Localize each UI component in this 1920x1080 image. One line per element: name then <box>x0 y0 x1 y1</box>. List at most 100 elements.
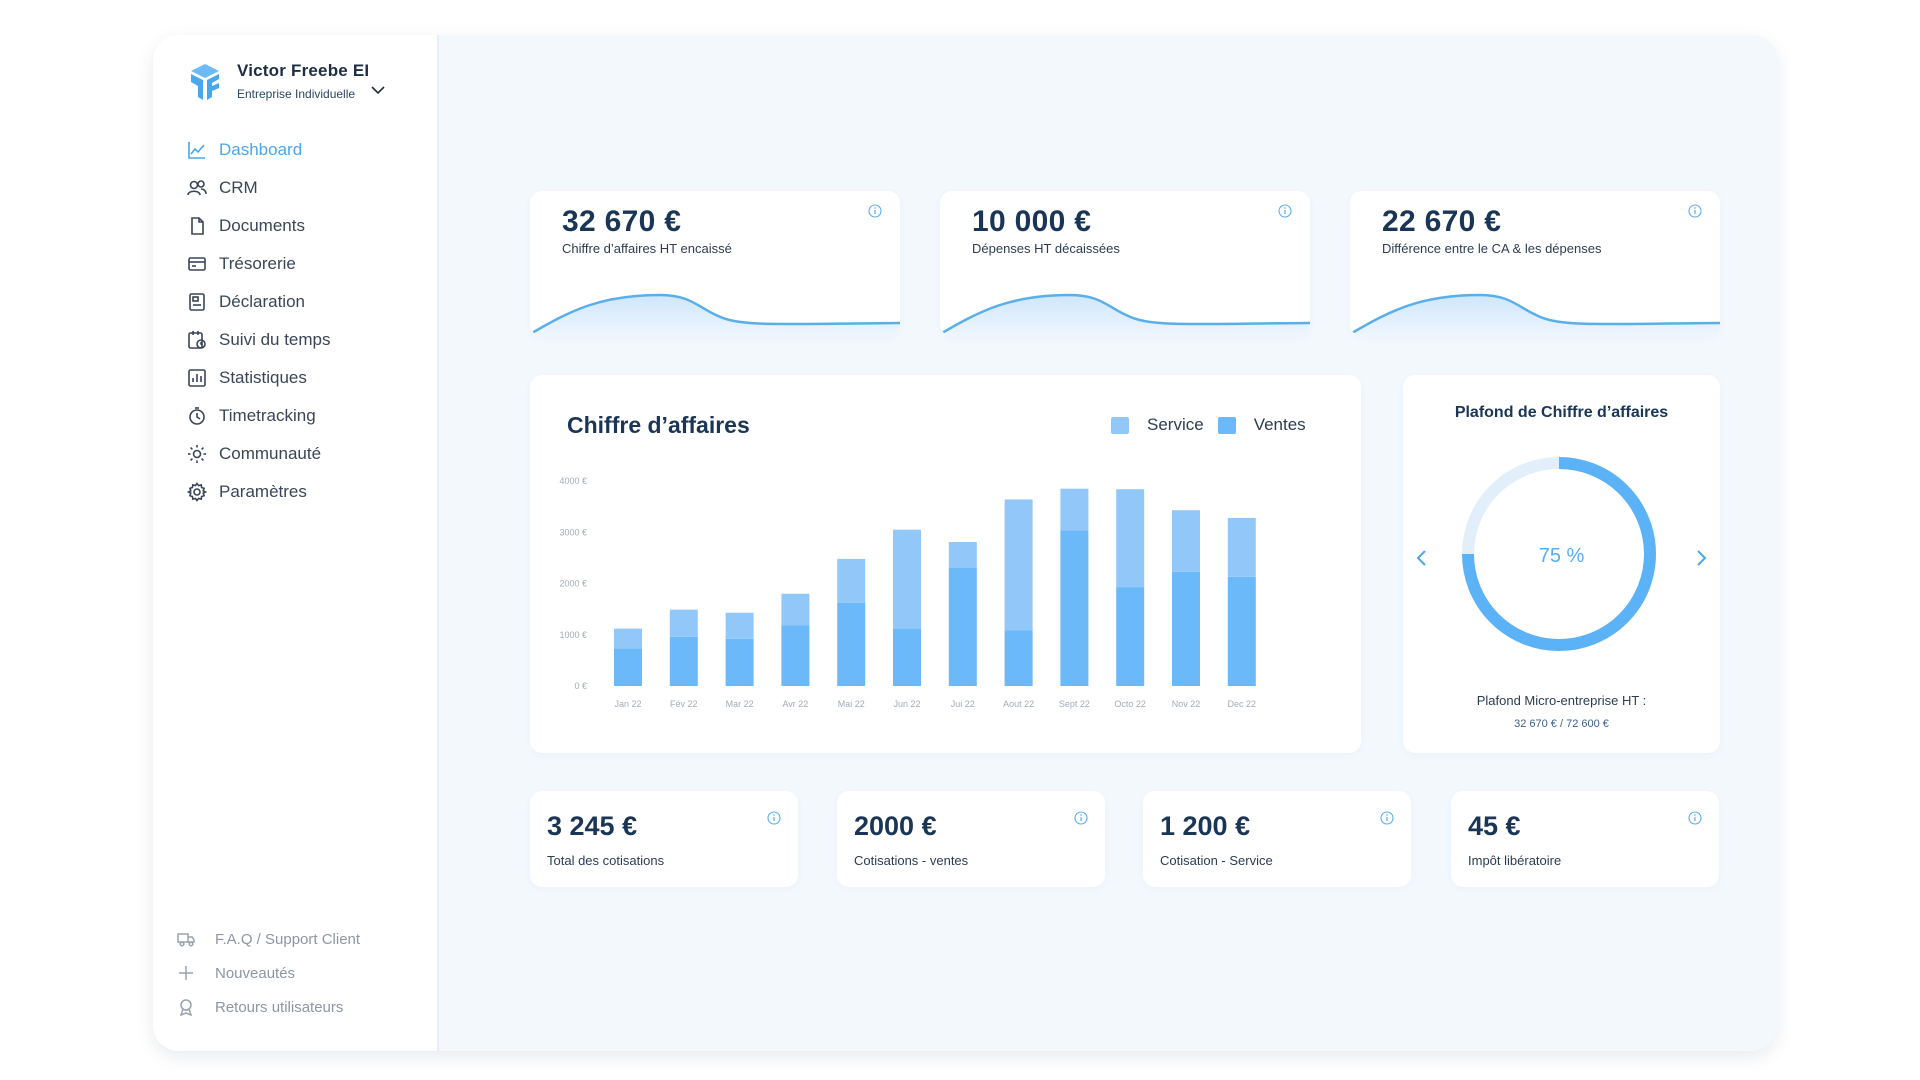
nav-item-statistiques[interactable]: Statistiques <box>187 359 331 397</box>
bar-service[interactable] <box>837 558 866 603</box>
x-tick-label: Avr 22 <box>782 699 808 709</box>
kpi-value: 10 000 € <box>972 205 1092 238</box>
nav-item-dashboard[interactable]: Dashboard <box>187 131 331 169</box>
x-tick-label: Octo 22 <box>1114 699 1146 709</box>
x-tick-label: Jui 22 <box>951 699 975 709</box>
y-tick-label: 4000 € <box>559 476 587 486</box>
nav-item-faq-support[interactable]: F.A.Q / Support Client <box>177 922 360 956</box>
nav-item-crm[interactable]: CRM <box>187 169 331 207</box>
small-kpi-value: 3 245 € <box>547 811 638 841</box>
revenue-chart-card: Chiffre d’affaires Service Ventes 0 €100… <box>530 375 1361 753</box>
y-tick-label: 2000 € <box>559 579 587 589</box>
bar-ventes[interactable] <box>781 625 810 686</box>
kpi-card-depenses: 10 000 € Dépenses HT décaissées <box>940 191 1310 336</box>
kpi-label: Chiffre d’affaires HT encaissé <box>562 241 732 256</box>
app-window: Victor Freebe EI Entreprise Individuelle… <box>153 35 1777 1051</box>
nav-item-suivi-du-temps[interactable]: Suivi du temps <box>187 321 331 359</box>
bar-ventes[interactable] <box>725 638 754 686</box>
x-tick-label: Jan 22 <box>614 699 641 709</box>
small-kpi-cotisation-service: 1 200 € Cotisation - Service <box>1143 791 1411 887</box>
nav-item-label: Suivi du temps <box>219 330 331 349</box>
bar-service[interactable] <box>1116 489 1145 588</box>
bar-service[interactable] <box>781 593 810 626</box>
bar-ventes[interactable] <box>669 636 698 686</box>
small-kpi-label: Total des cotisations <box>547 853 665 868</box>
account-name: Victor Freebe EI <box>237 61 370 80</box>
users-icon <box>187 180 207 196</box>
account-type: Entreprise Individuelle <box>237 87 356 101</box>
small-kpi-cotisations-ventes: 2000 € Cotisations - ventes <box>837 791 1105 887</box>
chevron-down-icon[interactable] <box>371 85 385 95</box>
bar-service[interactable] <box>614 628 642 649</box>
bar-ventes[interactable] <box>1116 587 1145 686</box>
bar-service[interactable] <box>1004 499 1033 631</box>
bar-ventes[interactable] <box>837 602 866 686</box>
small-kpi-impot-liberatoire: 45 € Impôt libératoire <box>1451 791 1719 887</box>
kpi-card-ca: 32 670 € Chiffre d’affaires HT encaissé <box>530 191 900 336</box>
y-tick-label: 1000 € <box>559 630 587 640</box>
bar-service[interactable] <box>1172 510 1200 572</box>
chart-line-icon <box>188 142 205 159</box>
nav-item-declaration[interactable]: Déclaration <box>187 283 331 321</box>
nav-item-label: Paramètres <box>219 482 307 501</box>
footer-nav: F.A.Q / Support Client Nouveautés Retour… <box>177 922 360 1024</box>
x-tick-label: Dec 22 <box>1228 699 1257 709</box>
small-kpi-label: Impôt libératoire <box>1468 853 1562 868</box>
nav-item-tresorerie[interactable]: Trésorerie <box>187 245 331 283</box>
nav-item-communaute[interactable]: Communauté <box>187 435 331 473</box>
nav-item-timetracking[interactable]: Timetracking <box>187 397 331 435</box>
x-tick-label: Jun 22 <box>893 699 920 709</box>
bar-service[interactable] <box>725 612 754 639</box>
form-icon <box>189 293 205 311</box>
bar-service[interactable] <box>948 541 977 568</box>
info-icon[interactable] <box>868 204 882 218</box>
bar-ventes[interactable] <box>948 567 977 686</box>
info-icon[interactable] <box>767 811 781 825</box>
bar-ventes[interactable] <box>1172 571 1200 686</box>
info-icon[interactable] <box>1688 204 1702 218</box>
bar-service[interactable] <box>893 529 921 629</box>
bar-service[interactable] <box>669 609 698 637</box>
stopwatch-icon <box>189 407 205 425</box>
x-tick-label: Mar 22 <box>726 699 754 709</box>
kpi-label: Dépenses HT décaissées <box>972 241 1120 256</box>
nav-item-label: Dashboard <box>219 140 303 159</box>
x-tick-label: Aout 22 <box>1003 699 1034 709</box>
info-icon[interactable] <box>1380 811 1394 825</box>
x-tick-label: Fév 22 <box>670 699 698 709</box>
bar-chart-icon <box>188 369 206 387</box>
bar-service[interactable] <box>1060 488 1089 531</box>
nav-item-parametres[interactable]: Paramètres <box>187 473 331 511</box>
nav-item-documents[interactable]: Documents <box>187 207 331 245</box>
small-kpi-value: 2000 € <box>854 811 937 841</box>
gauge-percent: 75 % <box>1538 545 1585 567</box>
chevron-right-icon[interactable] <box>1693 548 1709 568</box>
nav-item-label: Statistiques <box>219 368 307 387</box>
nav-item-label: Documents <box>219 216 305 235</box>
bar-ventes[interactable] <box>1227 576 1256 686</box>
gear-icon <box>187 482 207 502</box>
sidebar: Victor Freebe EI Entreprise Individuelle… <box>153 35 439 1051</box>
nav-item-label: CRM <box>219 178 258 197</box>
badge-icon <box>179 999 193 1016</box>
gauge-value: 32 670 € / 72 600 € <box>1514 718 1609 730</box>
bar-ventes[interactable] <box>614 648 642 686</box>
bar-service[interactable] <box>1227 517 1256 577</box>
bar-ventes[interactable] <box>893 628 921 686</box>
footer-item-label: Retours utilisateurs <box>215 998 344 1016</box>
bar-ventes[interactable] <box>1060 530 1089 686</box>
nav-item-label: Communauté <box>219 444 322 463</box>
nav-item-label: Timetracking <box>219 406 316 425</box>
info-icon[interactable] <box>1074 811 1088 825</box>
chevron-left-icon[interactable] <box>1414 548 1430 568</box>
logo-icon <box>191 64 219 100</box>
info-icon[interactable] <box>1278 204 1292 218</box>
kpi-card-difference: 22 670 € Différence entre le CA & les dé… <box>1350 191 1720 336</box>
kpi-label: Différence entre le CA & les dépenses <box>1382 241 1602 256</box>
bar-ventes[interactable] <box>1004 630 1033 686</box>
nav-item-retours-utilisateurs[interactable]: Retours utilisateurs <box>177 990 360 1024</box>
nav-item-nouveautes[interactable]: Nouveautés <box>177 956 360 990</box>
info-icon[interactable] <box>1688 811 1702 825</box>
card-icon <box>188 257 206 271</box>
account-switcher[interactable]: Victor Freebe EI Entreprise Individuelle <box>189 61 385 101</box>
